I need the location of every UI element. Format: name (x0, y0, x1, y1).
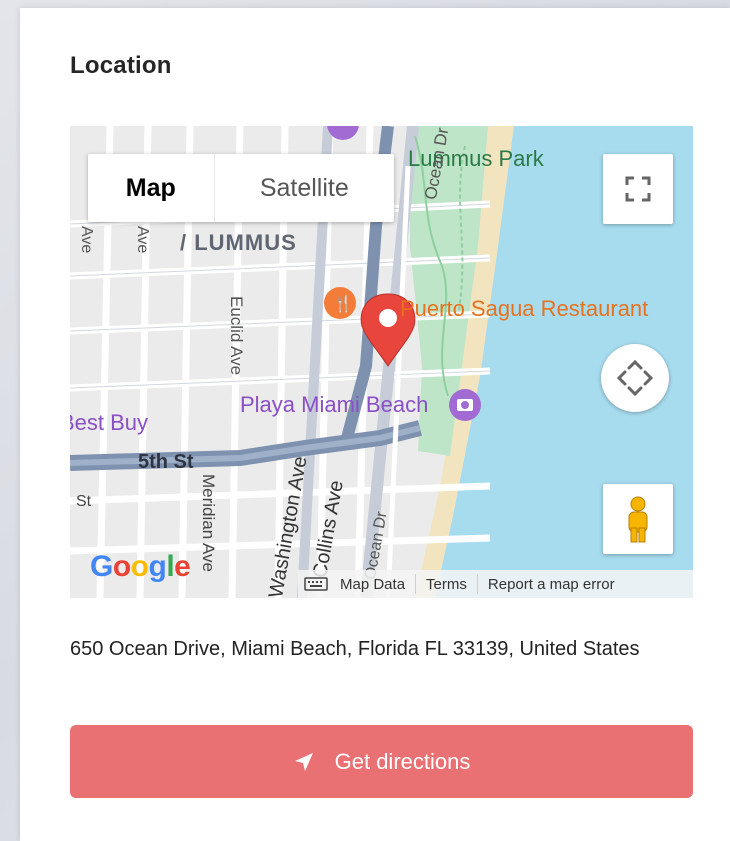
map-type-control: Map Satellite (88, 154, 394, 222)
street-view-button[interactable] (603, 484, 673, 554)
map-label-st: St (76, 493, 92, 510)
map-tab[interactable]: Map (88, 154, 215, 222)
map-label-playa: Playa Miami Beach (240, 392, 429, 417)
map-label-lummus: / LUMMUS (180, 230, 297, 255)
google-logo: Google (90, 550, 191, 583)
fullscreen-icon (625, 176, 651, 202)
map-label-ave-1: Ave (78, 226, 95, 254)
pegman-icon (628, 496, 648, 543)
keyboard-icon[interactable] (304, 576, 330, 592)
svg-text:🍴: 🍴 (333, 294, 353, 313)
report-map-error-link[interactable]: Report a map error (478, 576, 625, 593)
navigation-arrow-icon (294, 752, 313, 771)
get-directions-label: Get directions (334, 748, 471, 774)
map-label-ave-2: Ave (134, 226, 151, 254)
map[interactable]: 🍴 Lummus Park / LUMMUS Ocean Dr Euclid A… (70, 126, 693, 598)
address: 650 Ocean Drive, Miami Beach, Florida FL… (70, 638, 640, 660)
map-label-5th-st: 5th St (138, 451, 194, 473)
map-footer: Map Data Terms Report a map error (298, 570, 693, 598)
get-directions-button[interactable]: Get directions (70, 725, 693, 798)
map-label-restaurant: Puerto Sagua Restaurant (400, 296, 649, 321)
map-label-euclid-ave: Euclid Ave (227, 296, 246, 376)
map-data-link[interactable]: Map Data (330, 576, 415, 593)
section-title: Location (70, 52, 172, 79)
map-label-meridian-ave: Meridian Ave (199, 474, 218, 572)
pan-control-button[interactable] (601, 344, 669, 412)
fullscreen-button[interactable] (603, 154, 673, 224)
terms-link[interactable]: Terms (416, 576, 477, 593)
satellite-tab[interactable]: Satellite (215, 154, 394, 222)
pan-compass-icon (616, 359, 654, 397)
map-label-best-buy: Best Buy (70, 410, 149, 435)
